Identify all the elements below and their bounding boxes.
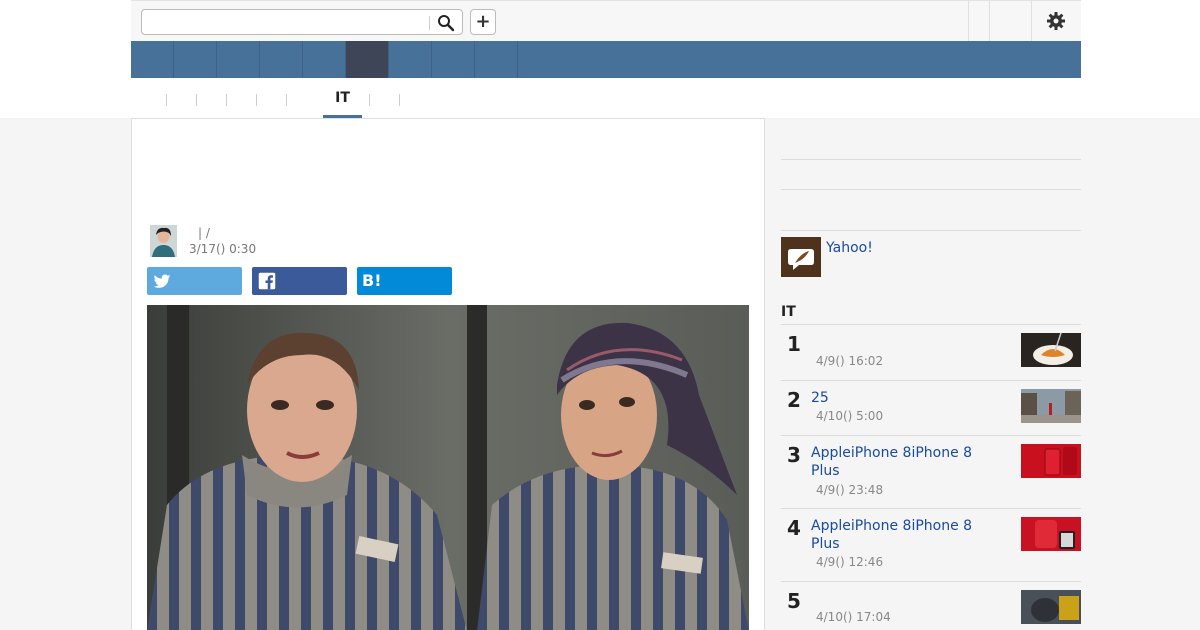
gear-icon[interactable] [1046, 11, 1066, 31]
twitter-share-button[interactable] [147, 267, 242, 295]
rank-thumbnail[interactable] [1021, 517, 1081, 551]
rank-date: 4/9() 12:46 [816, 555, 884, 569]
toolbar-divider [1031, 1, 1032, 41]
search-icon[interactable] [437, 14, 455, 32]
ranking-item[interactable]: 1 4/9() 16:02 [781, 324, 1081, 380]
rank-date: 4/10() 5:00 [816, 409, 884, 423]
colorized-portrait-image [147, 305, 749, 630]
rank-thumbnail[interactable] [1021, 444, 1081, 478]
toolbar-divider [989, 1, 990, 41]
sidebar: Yahoo! IT 1 4/9() 16:02 2 25 4/10() 5:00… [781, 118, 1081, 630]
sidebar-divider [781, 159, 1081, 160]
rank-thumbnail[interactable] [1021, 389, 1081, 423]
rank-number: 3 [787, 443, 801, 467]
nav-tab[interactable] [131, 41, 174, 78]
rank-number: 4 [787, 516, 801, 540]
subnav-tab-it[interactable]: IT [323, 90, 362, 118]
subnav-divider [286, 94, 287, 106]
nav-tab[interactable] [174, 41, 217, 78]
subnav-divider [256, 94, 257, 106]
rank-title[interactable]: AppleiPhone 8iPhone 8 Plus [811, 517, 991, 553]
nav-tab[interactable] [260, 41, 303, 78]
toolbar-divider [968, 1, 969, 41]
article-main: | / 3/17() 0:30 B! [131, 118, 765, 630]
sub-category-nav: IT [131, 86, 1081, 118]
subnav-divider [166, 94, 167, 106]
subnav-divider [226, 94, 227, 106]
hatena-bookmark-button[interactable]: B! [357, 267, 452, 295]
yahoo-app-link[interactable]: Yahoo! [826, 240, 873, 256]
article-photo [147, 305, 749, 630]
header-area: + IT [0, 0, 1200, 118]
subnav-divider [369, 94, 370, 106]
nav-tab-active[interactable] [346, 41, 389, 78]
yahoo-news-app-icon[interactable] [781, 237, 821, 277]
rank-title[interactable]: AppleiPhone 8iPhone 8 Plus [811, 444, 991, 480]
rank-date: 4/9() 16:02 [816, 354, 884, 368]
nav-tab[interactable] [303, 41, 346, 78]
subnav-divider [196, 94, 197, 106]
rank-thumbnail[interactable] [1021, 590, 1081, 624]
facebook-icon [258, 272, 276, 290]
twitter-icon [153, 274, 171, 288]
author-avatar[interactable] [150, 225, 177, 257]
rank-number: 5 [787, 589, 801, 613]
rank-date: 4/10() 17:04 [816, 610, 891, 624]
rank-number: 1 [787, 332, 801, 356]
hatena-icon: B! [362, 271, 382, 290]
article-byline: | / [198, 226, 210, 240]
category-nav [131, 41, 1081, 78]
ranking-item[interactable]: 4 AppleiPhone 8iPhone 8 Plus 4/9() 12:46 [781, 508, 1081, 581]
ranking-item[interactable]: 5 4/10() 17:04 [781, 581, 1081, 630]
feather-speech-icon [781, 237, 821, 277]
article-datetime: 3/17() 0:30 [189, 242, 257, 256]
nav-tab[interactable] [432, 41, 475, 78]
search-divider [429, 16, 430, 30]
ranking-item[interactable]: 3 AppleiPhone 8iPhone 8 Plus 4/9() 23:48 [781, 435, 1081, 508]
nav-tab[interactable] [475, 41, 518, 78]
facebook-share-button[interactable] [252, 267, 347, 295]
ranking-heading: IT [781, 304, 796, 320]
rank-date: 4/9() 23:48 [816, 483, 884, 497]
search-input[interactable] [141, 9, 463, 35]
add-button[interactable]: + [470, 9, 496, 35]
rank-number: 2 [787, 388, 801, 412]
ranking-item[interactable]: 2 25 4/10() 5:00 [781, 380, 1081, 435]
sidebar-divider [781, 230, 1081, 231]
rank-thumbnail[interactable] [1021, 333, 1081, 367]
rank-title[interactable]: 25 [811, 389, 991, 407]
person-icon [150, 225, 177, 257]
subnav-divider [399, 94, 400, 106]
sidebar-divider [781, 189, 1081, 190]
top-toolbar: + [131, 0, 1081, 41]
nav-tab[interactable] [217, 41, 260, 78]
nav-tab[interactable] [389, 41, 432, 78]
